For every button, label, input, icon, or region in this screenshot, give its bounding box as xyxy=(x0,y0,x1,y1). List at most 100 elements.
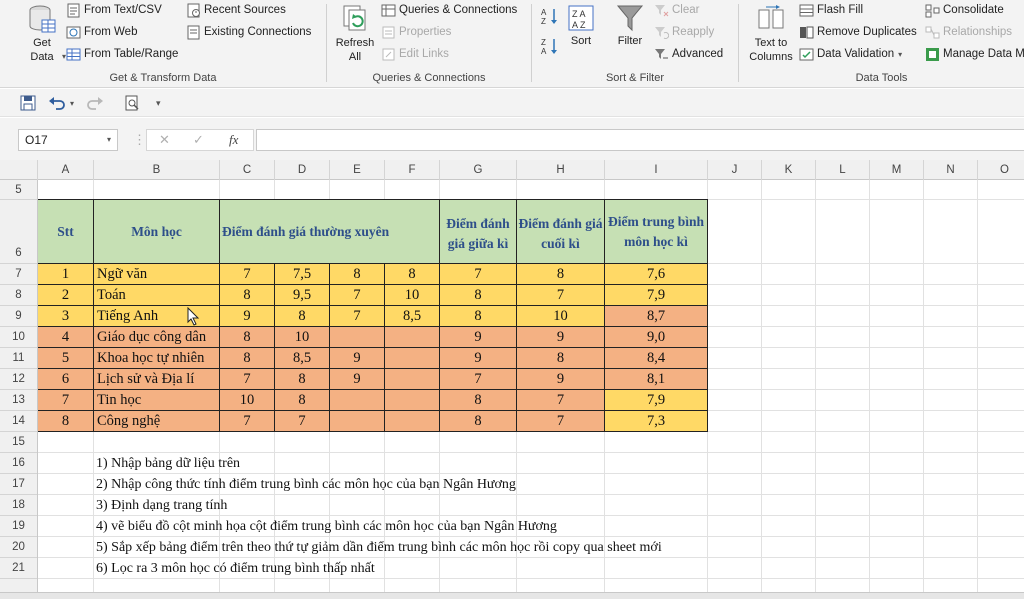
column-header-n[interactable]: N xyxy=(924,160,978,180)
table-cell-stt[interactable]: 2 xyxy=(38,285,94,306)
table-cell-e[interactable]: 9 xyxy=(330,348,385,369)
existing-connections-button[interactable]: Existing Connections xyxy=(186,22,311,42)
undo-button[interactable]: ▾ xyxy=(48,93,74,113)
table-cell-d[interactable]: 10 xyxy=(275,327,330,348)
chevron-down-icon[interactable]: ▾ xyxy=(70,99,74,108)
relationships-button[interactable]: Relationships xyxy=(925,22,1012,42)
filter-button[interactable]: Filter xyxy=(614,4,646,48)
formula-input[interactable] xyxy=(256,129,1024,151)
table-cell-g[interactable]: 8 xyxy=(440,411,517,432)
header-cell-regular[interactable]: Điểm đánh giá thường xuyên xyxy=(220,199,440,264)
row-header-18[interactable]: 18 xyxy=(0,495,37,516)
table-cell-d[interactable]: 8 xyxy=(275,306,330,327)
table-cell-e[interactable]: 7 xyxy=(330,306,385,327)
table-cell-f[interactable] xyxy=(385,390,440,411)
header-cell-stt[interactable]: Stt xyxy=(38,199,94,264)
table-cell-f[interactable] xyxy=(385,327,440,348)
column-header-f[interactable]: F xyxy=(385,160,440,180)
table-cell-subject[interactable]: Giáo dục công dân xyxy=(94,327,220,348)
row-header-7[interactable]: 7 xyxy=(0,264,37,285)
queries-connections-button[interactable]: Queries & Connections xyxy=(381,0,517,20)
column-header-d[interactable]: D xyxy=(275,160,330,180)
sort-button[interactable]: Z AA Z Sort xyxy=(566,4,596,48)
table-cell-h[interactable]: 7 xyxy=(517,285,605,306)
table-cell-subject[interactable]: Ngữ văn xyxy=(94,264,220,285)
column-header-i[interactable]: I xyxy=(605,160,708,180)
table-cell-e[interactable]: 7 xyxy=(330,285,385,306)
table-cell-h[interactable]: 9 xyxy=(517,369,605,390)
name-box[interactable]: O17 ▾ xyxy=(18,129,118,151)
table-cell-i[interactable]: 8,7 xyxy=(605,306,708,327)
table-cell-d[interactable]: 8 xyxy=(275,369,330,390)
save-button[interactable] xyxy=(20,93,36,113)
table-cell-e[interactable] xyxy=(330,411,385,432)
table-cell-subject[interactable]: Công nghệ xyxy=(94,411,220,432)
column-header-j[interactable]: J xyxy=(708,160,762,180)
table-cell-c[interactable]: 7 xyxy=(220,264,275,285)
note-line[interactable]: 2) Nhập công thức tính điểm trung bình c… xyxy=(96,477,516,493)
note-line[interactable]: 5) Sắp xếp bảng điểm trên theo thứ tự gi… xyxy=(96,540,662,556)
table-cell-f[interactable] xyxy=(385,348,440,369)
chevron-down-icon[interactable]: ▾ xyxy=(107,130,111,150)
advanced-filter-button[interactable]: Advanced xyxy=(654,44,723,64)
table-cell-d[interactable]: 8 xyxy=(275,390,330,411)
header-cell-average[interactable]: Điểm trung bình môn học kì xyxy=(605,199,708,264)
table-cell-c[interactable]: 7 xyxy=(220,411,275,432)
row-header-10[interactable]: 10 xyxy=(0,327,37,348)
table-cell-c[interactable]: 10 xyxy=(220,390,275,411)
from-web-button[interactable]: From Web xyxy=(66,22,137,42)
table-cell-e[interactable]: 9 xyxy=(330,369,385,390)
table-cell-i[interactable]: 8,1 xyxy=(605,369,708,390)
table-cell-stt[interactable]: 4 xyxy=(38,327,94,348)
table-cell-c[interactable]: 7 xyxy=(220,369,275,390)
refresh-all-button[interactable]: Refresh All xyxy=(333,4,377,64)
table-cell-g[interactable]: 8 xyxy=(440,390,517,411)
table-cell-f[interactable] xyxy=(385,369,440,390)
table-cell-h[interactable]: 10 xyxy=(517,306,605,327)
row-header-15[interactable]: 15 xyxy=(0,432,37,453)
table-cell-c[interactable]: 8 xyxy=(220,285,275,306)
table-cell-g[interactable]: 9 xyxy=(440,348,517,369)
row-header-13[interactable]: 13 xyxy=(0,390,37,411)
clear-filter-button[interactable]: Clear xyxy=(654,0,699,20)
table-cell-g[interactable]: 7 xyxy=(440,369,517,390)
table-cell-subject[interactable]: Toán xyxy=(94,285,220,306)
sheet-tabs-bar[interactable] xyxy=(0,592,1024,599)
select-all-corner[interactable] xyxy=(0,160,38,180)
row-header-12[interactable]: 12 xyxy=(0,369,37,390)
worksheet-grid[interactable]: Stt Môn học Điểm đánh giá thường xuyên Đ… xyxy=(38,180,1024,592)
table-cell-h[interactable]: 7 xyxy=(517,390,605,411)
table-cell-c[interactable]: 8 xyxy=(220,348,275,369)
row-header-17[interactable]: 17 xyxy=(0,474,37,495)
header-cell-midterm[interactable]: Điểm đánh giá giữa kì xyxy=(440,199,517,264)
table-cell-stt[interactable]: 1 xyxy=(38,264,94,285)
data-validation-button[interactable]: Data Validation ▾ xyxy=(799,44,902,64)
row-header-16[interactable]: 16 xyxy=(0,453,37,474)
cancel-icon[interactable]: ✕ xyxy=(159,132,170,148)
table-cell-e[interactable]: 8 xyxy=(330,264,385,285)
table-cell-g[interactable]: 8 xyxy=(440,306,517,327)
table-cell-d[interactable]: 7 xyxy=(275,411,330,432)
table-cell-f[interactable]: 8 xyxy=(385,264,440,285)
table-cell-i[interactable]: 7,9 xyxy=(605,390,708,411)
table-cell-subject[interactable]: Tiếng Anh xyxy=(94,306,220,327)
table-cell-subject[interactable]: Tin học xyxy=(94,390,220,411)
table-cell-i[interactable]: 7,3 xyxy=(605,411,708,432)
row-header-8[interactable]: 8 xyxy=(0,285,37,306)
table-cell-c[interactable]: 8 xyxy=(220,327,275,348)
column-header-e[interactable]: E xyxy=(330,160,385,180)
table-cell-i[interactable]: 7,9 xyxy=(605,285,708,306)
row-header-21[interactable]: 21 xyxy=(0,558,37,579)
table-cell-d[interactable]: 8,5 xyxy=(275,348,330,369)
column-header-h[interactable]: H xyxy=(517,160,605,180)
edit-links-button[interactable]: Edit Links xyxy=(381,44,449,64)
get-data-button[interactable]: Get Data ▾ xyxy=(20,4,66,64)
table-cell-e[interactable] xyxy=(330,390,385,411)
table-cell-stt[interactable]: 6 xyxy=(38,369,94,390)
table-cell-f[interactable]: 8,5 xyxy=(385,306,440,327)
table-cell-e[interactable] xyxy=(330,327,385,348)
table-cell-f[interactable] xyxy=(385,411,440,432)
table-cell-g[interactable]: 7 xyxy=(440,264,517,285)
properties-button[interactable]: Properties xyxy=(381,22,451,42)
table-cell-subject[interactable]: Khoa học tự nhiên xyxy=(94,348,220,369)
